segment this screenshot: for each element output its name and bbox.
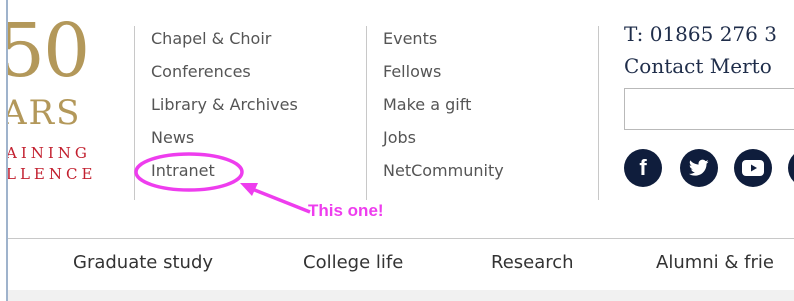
- logo-years-text[interactable]: ARS: [8, 96, 81, 130]
- nav-alumni-friends[interactable]: Alumni & frie: [656, 252, 774, 273]
- link-chapel-choir[interactable]: Chapel & Choir: [151, 22, 298, 55]
- annotation-arrow-line: [246, 185, 311, 214]
- logo-anniversary-number[interactable]: 50: [8, 14, 90, 88]
- link-fellows[interactable]: Fellows: [383, 55, 504, 88]
- nav-graduate-study[interactable]: Graduate study: [73, 252, 213, 273]
- youtube-icon[interactable]: [734, 149, 772, 187]
- nav-research[interactable]: Research: [491, 252, 574, 273]
- instagram-icon[interactable]: [788, 149, 794, 187]
- twitter-icon[interactable]: [680, 149, 718, 187]
- link-events[interactable]: Events: [383, 22, 504, 55]
- logo-tagline-line-2: LLENCE: [6, 165, 97, 183]
- contact-phone: T: 01865 276 3: [624, 22, 777, 46]
- nav-college-life[interactable]: College life: [303, 252, 403, 273]
- facebook-icon[interactable]: f: [624, 149, 662, 187]
- header-links-column-2: Events Fellows Make a gift Jobs NetCommu…: [383, 22, 504, 187]
- divider: [598, 26, 599, 200]
- link-make-a-gift[interactable]: Make a gift: [383, 88, 504, 121]
- divider: [134, 26, 135, 200]
- divider: [366, 26, 367, 200]
- link-news[interactable]: News: [151, 121, 298, 154]
- search-input[interactable]: [624, 88, 794, 130]
- contact-link[interactable]: Contact Merto: [624, 54, 772, 78]
- annotation-label: This one!: [308, 201, 384, 220]
- main-nav: Graduate study College life Research Alu…: [8, 238, 794, 291]
- header-links-column-1: Chapel & Choir Conferences Library & Arc…: [151, 22, 298, 187]
- link-library-archives[interactable]: Library & Archives: [151, 88, 298, 121]
- logo-tagline-line-1: AINING: [6, 144, 91, 162]
- link-intranet[interactable]: Intranet: [151, 154, 298, 187]
- link-conferences[interactable]: Conferences: [151, 55, 298, 88]
- link-jobs[interactable]: Jobs: [383, 121, 504, 154]
- website-header: 50 ARS AINING LLENCE Chapel & Choir Conf…: [6, 0, 794, 301]
- link-netcommunity[interactable]: NetCommunity: [383, 154, 504, 187]
- content-area-edge: [8, 290, 794, 301]
